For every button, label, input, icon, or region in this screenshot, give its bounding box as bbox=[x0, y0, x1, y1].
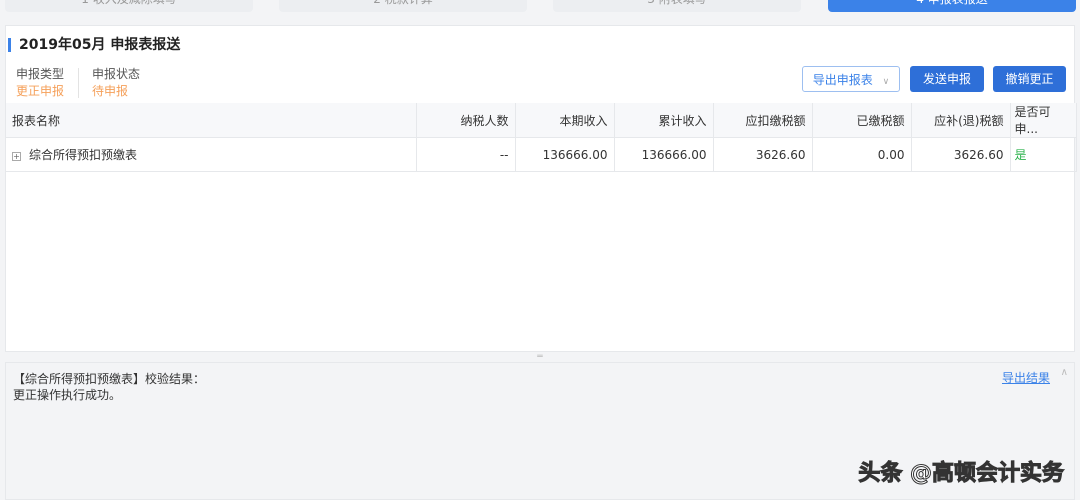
cell: 0.00 bbox=[812, 137, 912, 172]
export-report-label: 导出申报表 bbox=[812, 73, 873, 87]
resize-handle[interactable]: ═ bbox=[5, 352, 1075, 362]
step-1[interactable]: 1 收入及减除填写 bbox=[5, 0, 253, 12]
cell: 136666.00 bbox=[614, 137, 714, 172]
col-header[interactable]: 应扣缴税额 bbox=[713, 103, 813, 138]
declare-status: 申报状态 待申报 bbox=[92, 66, 140, 100]
step-4[interactable]: 4 申报表报送 bbox=[828, 0, 1076, 12]
table-header: 报表名称 纳税人数 本期收入 累计收入 应扣缴税额 已缴税额 应补(退)税额 是… bbox=[6, 103, 1077, 138]
result-line-1: 【综合所得预扣预缴表】校验结果： bbox=[13, 372, 206, 386]
cell: 3626.60 bbox=[911, 137, 1011, 172]
cell: 136666.00 bbox=[515, 137, 615, 172]
send-declaration-button[interactable]: 发送申报 bbox=[910, 66, 984, 92]
col-header[interactable]: 累计收入 bbox=[614, 103, 714, 138]
watermark: 头条 @高顿会计实务 bbox=[858, 461, 1065, 487]
report-panel: 2019年05月 申报表报送 申报类型 更正申报 申报状态 待申报 导出申报表 … bbox=[5, 25, 1077, 352]
table-row[interactable]: + 综合所得预扣预缴表 -- 136666.00 136666.00 3626.6… bbox=[6, 137, 1077, 172]
col-header[interactable]: 本期收入 bbox=[515, 103, 615, 138]
divider bbox=[78, 68, 79, 98]
declare-type-value: 更正申报 bbox=[16, 84, 65, 98]
export-result-link[interactable]: 导出结果 bbox=[1002, 369, 1050, 386]
cell: 3626.60 bbox=[713, 137, 813, 172]
scroll-up-icon[interactable]: ∧ bbox=[1061, 367, 1068, 378]
report-name: 综合所得预扣预缴表 bbox=[29, 148, 138, 162]
step-2[interactable]: 2 税款计算 bbox=[279, 0, 527, 12]
declare-type-label: 申报类型 bbox=[16, 67, 65, 81]
expand-icon[interactable]: + bbox=[12, 152, 21, 161]
declare-type: 申报类型 更正申报 bbox=[16, 66, 64, 100]
chevron-down-icon: ∨ bbox=[882, 77, 890, 87]
page-title: 2019年05月 申报表报送 bbox=[8, 38, 180, 52]
col-header[interactable]: 是否可申... bbox=[1010, 103, 1077, 138]
revoke-correction-button[interactable]: 撤销更正 bbox=[993, 66, 1066, 92]
declare-status-label: 申报状态 bbox=[92, 67, 141, 81]
col-header[interactable]: 报表名称 bbox=[6, 103, 417, 138]
export-report-dropdown[interactable]: 导出申报表 ∨ bbox=[802, 66, 900, 92]
col-header[interactable]: 已缴税额 bbox=[812, 103, 912, 138]
col-header[interactable]: 纳税人数 bbox=[416, 103, 516, 138]
cell: -- bbox=[416, 137, 516, 172]
step-3[interactable]: 3 附表填写 bbox=[553, 0, 801, 12]
report-table: 报表名称 纳税人数 本期收入 累计收入 应扣缴税额 已缴税额 应补(退)税额 是… bbox=[6, 103, 1077, 172]
report-name-cell: + 综合所得预扣预缴表 bbox=[6, 137, 417, 172]
cell-can-declare: 是 bbox=[1010, 137, 1077, 172]
declare-status-value: 待申报 bbox=[92, 84, 129, 98]
result-line-2: 更正操作执行成功。 bbox=[13, 388, 122, 402]
step-bar: 1 收入及减除填写 2 税款计算 3 附表填写 4 申报表报送 bbox=[0, 0, 1080, 12]
col-header[interactable]: 应补(退)税额 bbox=[911, 103, 1011, 138]
